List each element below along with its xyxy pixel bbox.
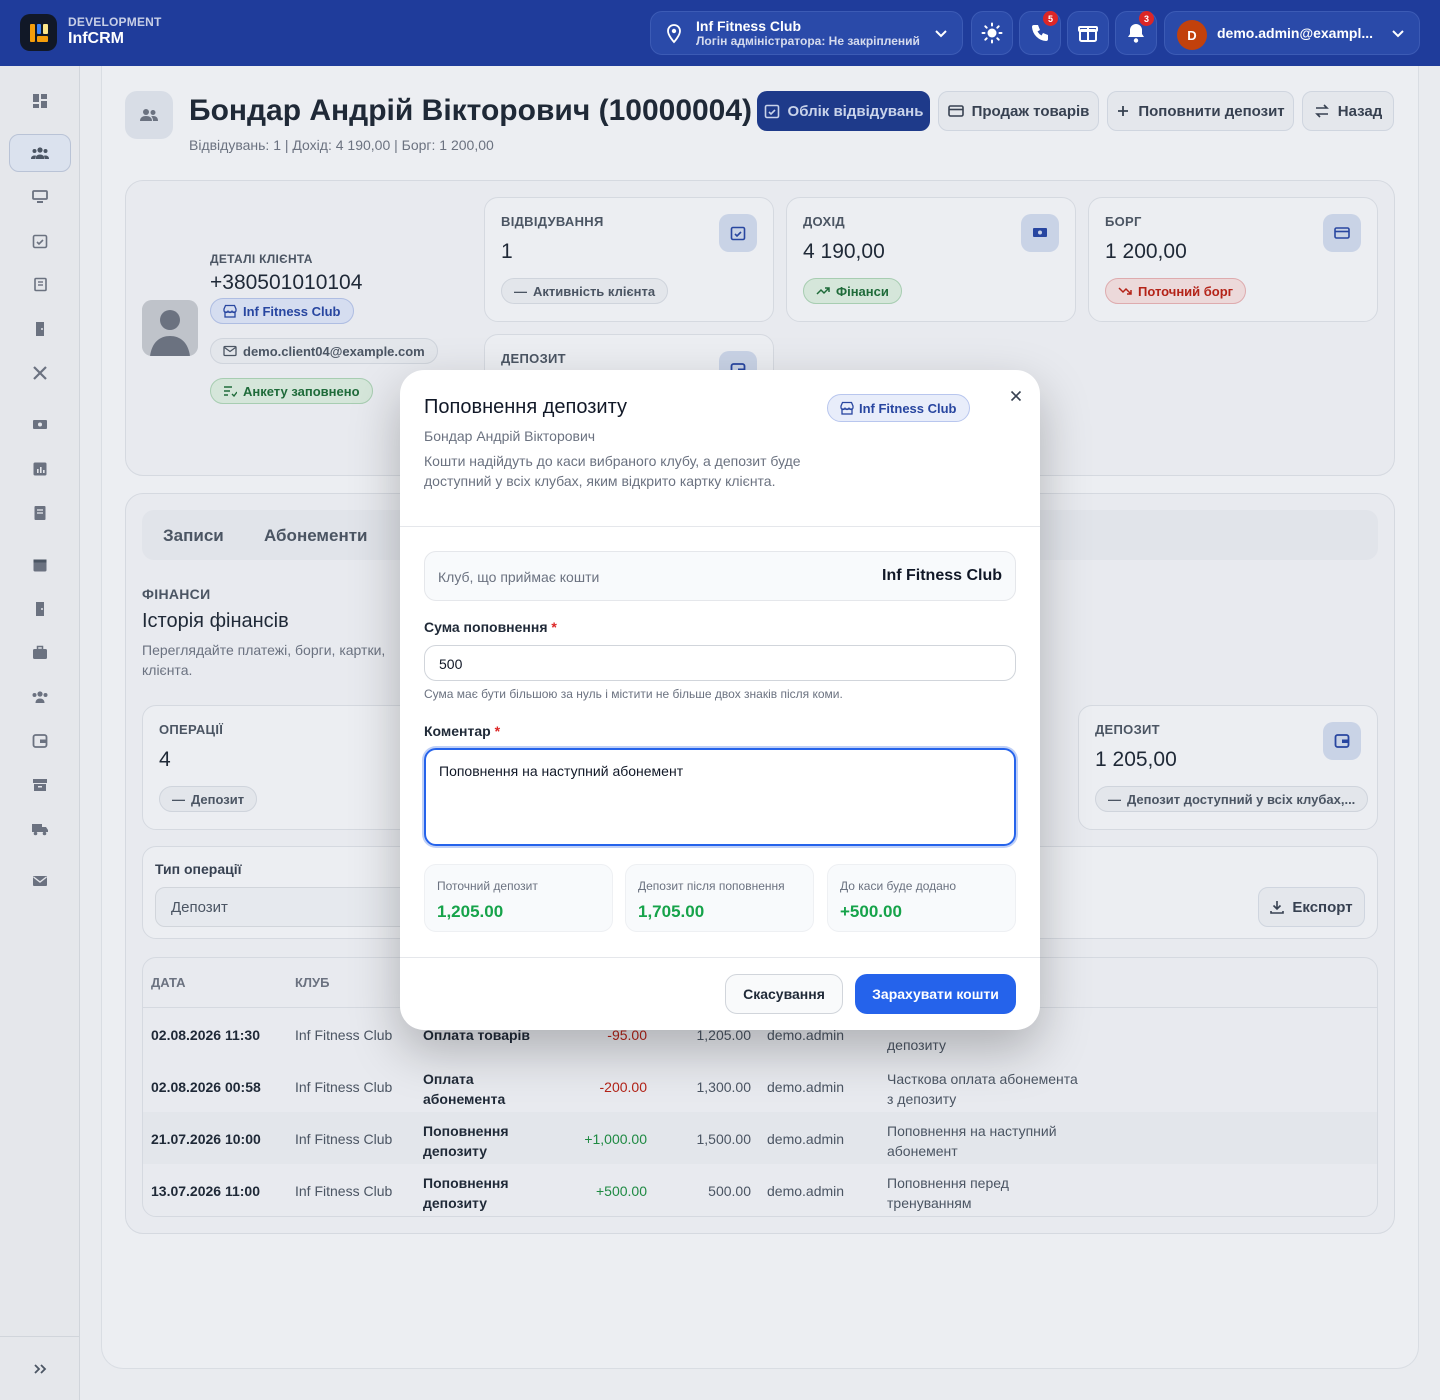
required-mark: *	[551, 619, 557, 635]
summary-label: До каси буде додано	[840, 879, 957, 893]
amount-label-text: Сума поповнення	[424, 619, 548, 635]
summary-value: 1,705.00	[638, 902, 705, 921]
comment-label-text: Коментар	[424, 723, 491, 739]
amount-label: Сума поповнення *	[424, 619, 557, 635]
amount-input[interactable]: 500	[424, 645, 1016, 681]
modal-description: Кошти надійдуть до каси вибраного клубу,…	[424, 453, 801, 489]
summary-label: Депозит після поповнення	[638, 879, 785, 893]
amount-hint: Сума має бути більшою за нуль і містити …	[424, 687, 843, 701]
summary-cash-added: До каси буде додано +500.00	[827, 864, 1016, 932]
comment-textarea[interactable]: Поповнення на наступний абонемент	[424, 748, 1016, 846]
cancel-button[interactable]: Скасування	[725, 974, 843, 1014]
submit-deposit-button[interactable]: Зарахувати кошти	[855, 974, 1016, 1014]
summary-value: 1,205.00	[437, 902, 504, 921]
store-icon	[840, 401, 854, 415]
modal-footer-divider	[400, 957, 1040, 958]
summary-value: +500.00	[840, 902, 902, 921]
modal-title: Поповнення депозиту	[424, 396, 627, 418]
close-icon	[1010, 390, 1022, 402]
receiving-club-field: Клуб, що приймає кошти Inf Fitness Club	[424, 551, 1016, 601]
receiving-club-label: Клуб, що приймає кошти	[438, 569, 600, 585]
summary-label: Поточний депозит	[437, 879, 538, 893]
required-mark: *	[494, 723, 501, 739]
topup-deposit-modal: Поповнення депозиту Бондар Андрій Віктор…	[400, 370, 1040, 1030]
modal-close-button[interactable]	[1004, 384, 1028, 408]
modal-client-name: Бондар Андрій Вікторович	[424, 428, 596, 444]
summary-deposit-after: Депозит після поповнення 1,705.00	[625, 864, 814, 932]
receiving-club-value: Inf Fitness Club	[882, 567, 1002, 584]
summary-current-deposit: Поточний депозит 1,205.00	[424, 864, 613, 932]
comment-label: Коментар *	[424, 723, 500, 739]
modal-club-badge-label: Inf Fitness Club	[859, 400, 957, 416]
modal-club-badge: Inf Fitness Club	[827, 394, 970, 422]
modal-divider	[400, 526, 1040, 527]
